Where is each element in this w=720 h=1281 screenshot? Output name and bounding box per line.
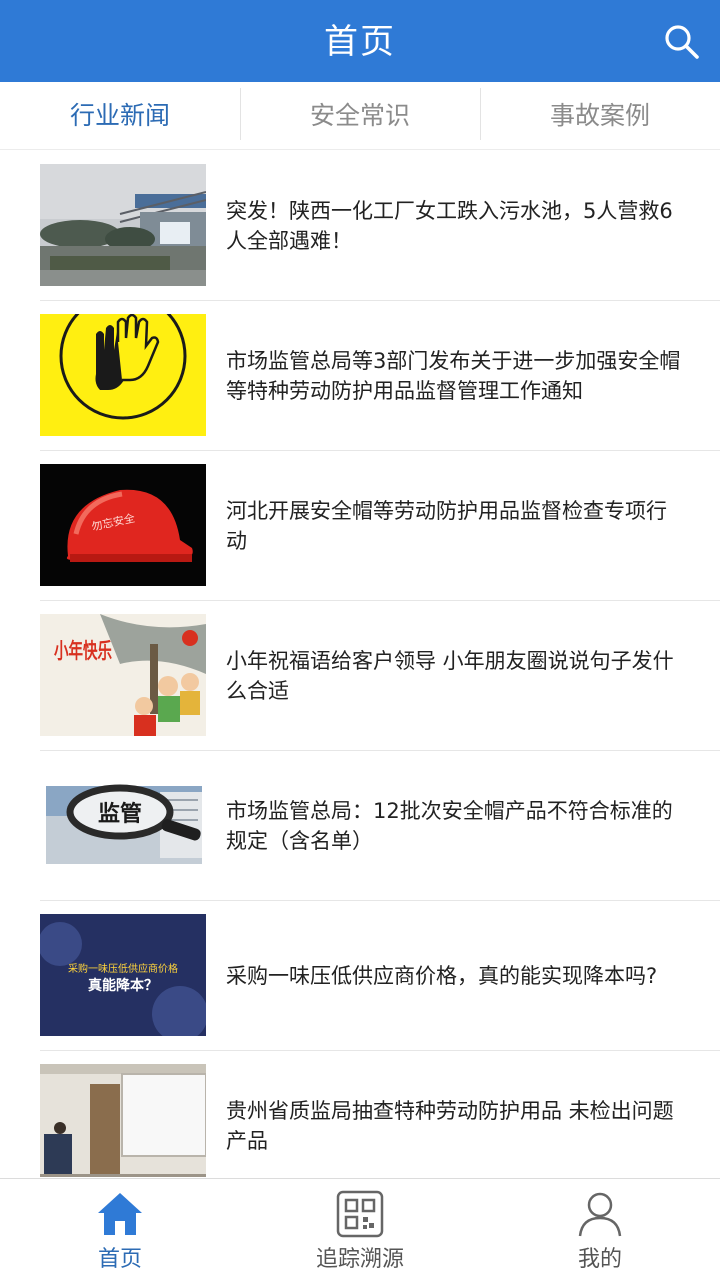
page-title: 首页 [324, 22, 396, 62]
news-title: 突发！陕西一化工厂女工跌入污水池，5人营救6人全部遇难！ [226, 198, 673, 253]
banner-caption: 采购一味压低供应商价格 [68, 962, 178, 975]
news-item[interactable]: 勿忘安全 河北开展安全帽等劳动防护用品监督检查专项行动 [40, 451, 720, 601]
banner-headline: 真能降本？ [88, 977, 158, 994]
news-title: 采购一味压低供应商价格，真的能实现降本吗? [226, 963, 658, 988]
user-icon [575, 1189, 625, 1239]
tab-industry-news[interactable]: 行业新闻 [0, 82, 240, 150]
news-list: 突发！陕西一化工厂女工跌入污水池，5人营救6人全部遇难！ 市场监管总局等3部门发… [0, 151, 720, 1177]
news-title: 河北开展安全帽等劳动防护用品监督检查专项行动 [226, 498, 667, 553]
tabbar-mine-label: 我的 [577, 1247, 622, 1272]
news-title: 市场监管总局：12批次安全帽产品不符合标准的规定（含名单） [226, 798, 673, 853]
tabbar-home[interactable]: 首页 [0, 1179, 240, 1281]
bottom-tab-bar: 首页 追踪溯源 我的 [0, 1178, 720, 1281]
news-item[interactable]: 市场监管总局等3部门发布关于进一步加强安全帽等特种劳动防护用品监督管理工作通知 [40, 301, 720, 451]
magnifier-caption: 监管 [98, 801, 142, 827]
tabbar-mine[interactable]: 我的 [480, 1179, 720, 1281]
tab-safety-knowledge[interactable]: 安全常识 [240, 82, 480, 150]
new-year-caption: 小年快乐 [54, 639, 112, 663]
new-year-illustration: 小年快乐 [40, 614, 206, 736]
news-item[interactable]: 贵州省质监局抽查特种劳动防护用品 未检出问题产品 [40, 1051, 720, 1177]
search-icon[interactable] [662, 22, 702, 62]
gloves-icon [40, 314, 206, 436]
home-icon [95, 1189, 145, 1239]
category-tabs: 行业新闻 安全常识 事故案例 [0, 82, 720, 150]
news-title: 市场监管总局等3部门发布关于进一步加强安全帽等特种劳动防护用品监督管理工作通知 [226, 348, 681, 403]
magnifier-photo: 监管 [40, 764, 206, 886]
news-title: 小年祝福语给客户领导 小年朋友圈说说句子发什么合适 [226, 648, 674, 703]
tabbar-trace-label: 追踪溯源 [315, 1247, 404, 1272]
tab-accident-cases[interactable]: 事故案例 [480, 82, 720, 150]
news-title: 贵州省质监局抽查特种劳动防护用品 未检出问题产品 [226, 1098, 674, 1153]
qr-code-icon [335, 1189, 385, 1239]
banner-image: 采购一味压低供应商价格 真能降本？ [40, 914, 206, 1036]
news-item[interactable]: 采购一味压低供应商价格 真能降本？ 采购一味压低供应商价格，真的能实现降本吗? [40, 901, 720, 1051]
news-item[interactable]: 小年快乐 小年祝福语给客户领导 小年朋友圈说说句子发什么合适 [40, 601, 720, 751]
news-item[interactable]: 监管 市场监管总局：12批次安全帽产品不符合标准的规定（含名单） [40, 751, 720, 901]
helmet-photo: 勿忘安全 [40, 464, 206, 586]
app-header: 首页 [0, 0, 720, 82]
meeting-photo [40, 1064, 206, 1177]
tabbar-trace[interactable]: 追踪溯源 [240, 1179, 480, 1281]
tabbar-home-label: 首页 [97, 1247, 142, 1272]
news-item[interactable]: 突发！陕西一化工厂女工跌入污水池，5人营救6人全部遇难！ [40, 151, 720, 301]
factory-photo [40, 164, 206, 286]
